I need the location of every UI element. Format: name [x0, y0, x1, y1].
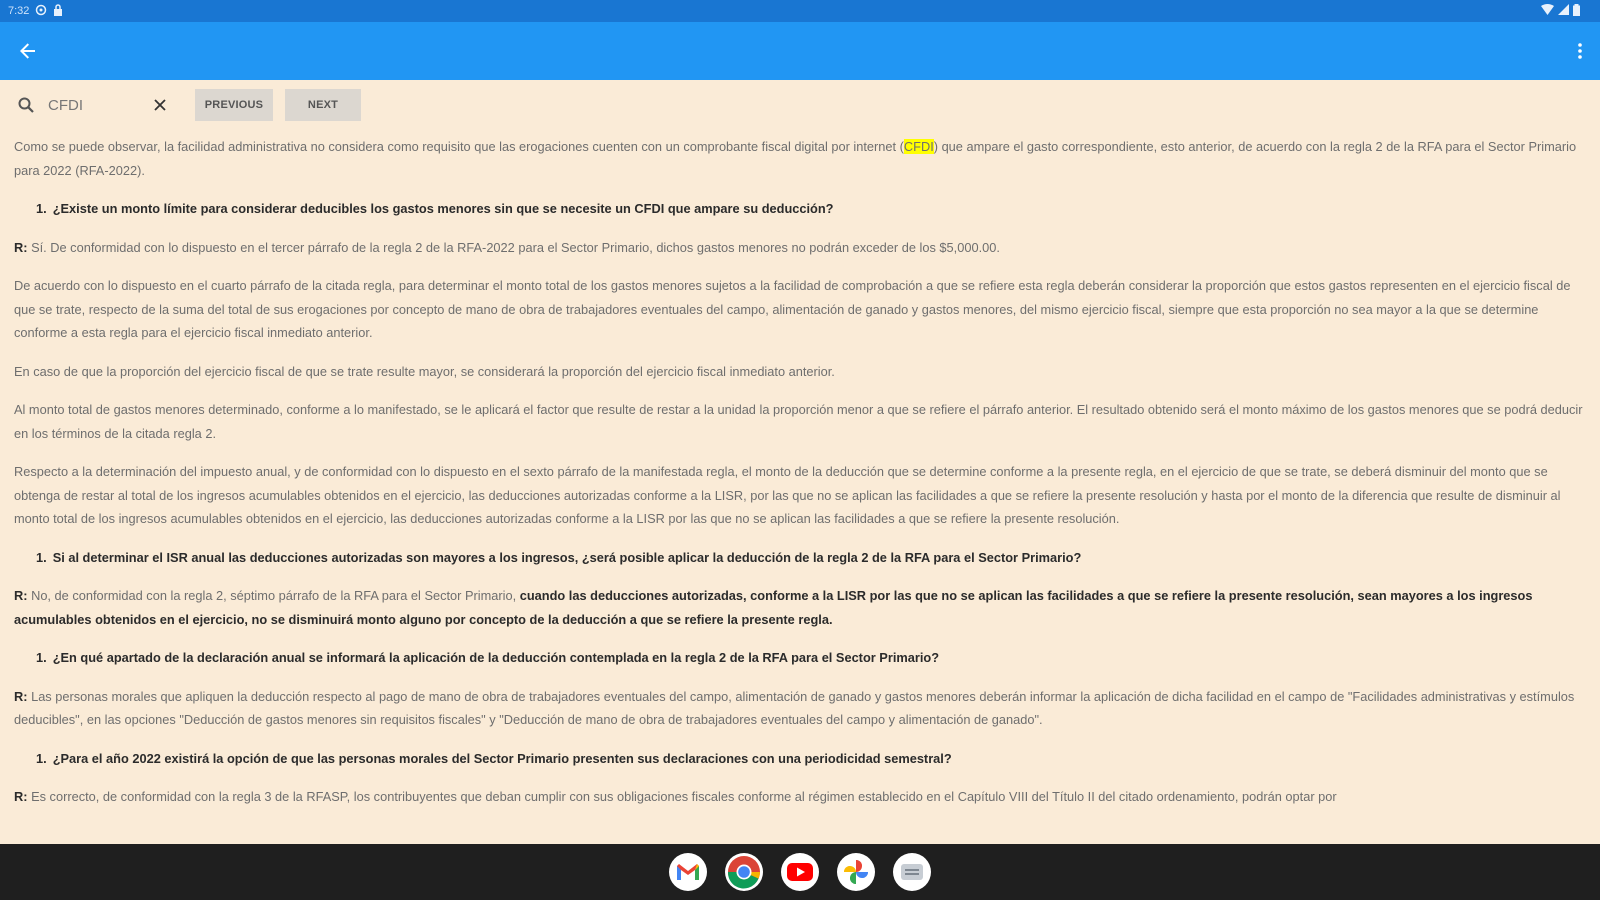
status-bar: 7:32 [0, 0, 1600, 22]
app-bar [0, 22, 1600, 80]
messages-app-button[interactable] [893, 853, 931, 891]
answer-paragraph: R: No, de conformidad con la regla 2, sé… [14, 588, 1533, 627]
question-item: 1. ¿En qué apartado de la declaración anu… [36, 650, 940, 665]
back-arrow-icon [20, 43, 35, 59]
search-icon [18, 97, 34, 113]
taskbar [0, 844, 1600, 900]
gmail-icon [677, 864, 699, 880]
wifi-icon [1541, 4, 1554, 18]
paragraph: Al monto total de gastos menores determi… [14, 402, 1583, 441]
paragraph: De acuerdo con lo dispuesto en el cuarto… [14, 278, 1571, 340]
youtube-icon [787, 863, 813, 881]
overflow-menu-button[interactable] [1560, 22, 1600, 80]
photos-icon [844, 860, 868, 884]
clear-search-button[interactable] [150, 95, 170, 115]
answer-paragraph: R: Sí. De conformidad con lo dispuesto e… [14, 239, 1000, 255]
paragraph: Como se puede observar, la facilidad adm… [14, 139, 1577, 178]
search-match-highlight: CFDI [903, 139, 934, 154]
battery-icon [1573, 3, 1580, 19]
next-button[interactable]: NEXT [285, 89, 361, 121]
sync-icon [35, 4, 47, 19]
question-item: 1. ¿Para el año 2022 existirá la opción d… [36, 750, 952, 766]
document-content[interactable]: Como se puede observar, la facilidad adm… [0, 130, 1600, 844]
youtube-app-button[interactable] [781, 853, 819, 891]
messages-icon [901, 864, 923, 880]
question-item: 1. Si al determinar el ISR anual las dedu… [36, 549, 1082, 565]
chrome-icon [727, 856, 760, 889]
find-in-page-bar: PREVIOUS NEXT [0, 80, 1600, 130]
answer-paragraph: R: Las personas morales que apliquen la … [14, 688, 1575, 728]
photos-app-button[interactable] [837, 853, 875, 891]
lock-icon [53, 3, 63, 19]
answer-paragraph: R: Es correcto, de conformidad con la re… [14, 789, 1337, 804]
question-item: 1. ¿Existe un monto límite para considera… [36, 201, 834, 216]
status-time: 7:32 [8, 5, 30, 17]
signal-icon [1558, 4, 1569, 18]
overflow-menu-icon [1578, 43, 1582, 59]
previous-button[interactable]: PREVIOUS [195, 89, 273, 121]
paragraph: Respecto a la determinación del impuesto… [14, 464, 1561, 526]
close-icon [154, 99, 166, 111]
paragraph: En caso de que la proporción del ejercic… [14, 363, 835, 379]
back-button[interactable] [0, 22, 56, 80]
chrome-app-button[interactable] [725, 853, 763, 891]
search-box [18, 95, 193, 115]
search-input[interactable] [48, 96, 144, 114]
gmail-app-button[interactable] [669, 853, 707, 891]
